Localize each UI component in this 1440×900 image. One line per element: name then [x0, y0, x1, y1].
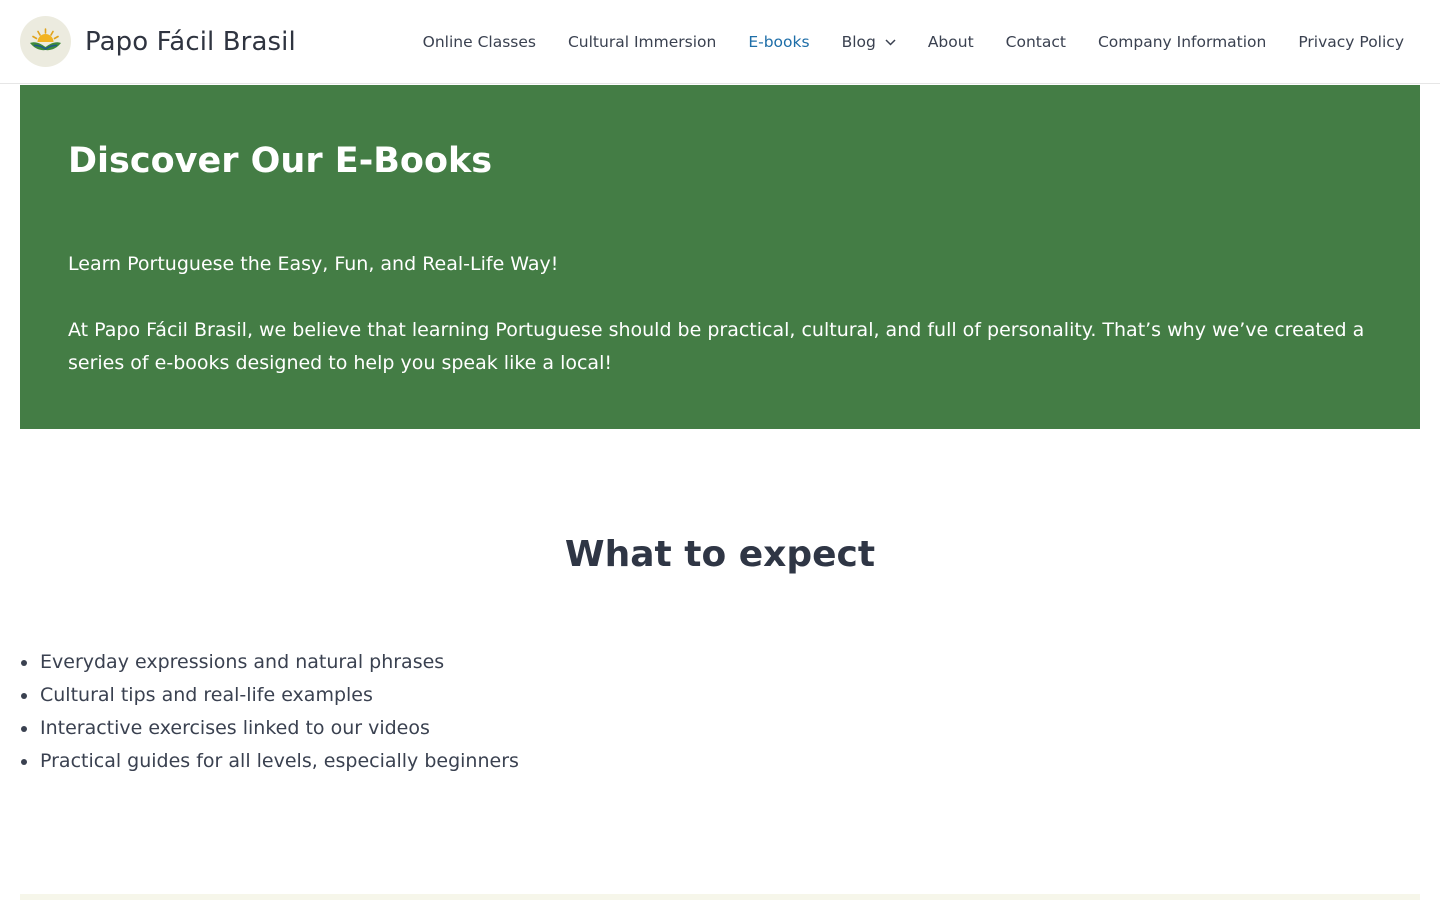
hero-section: Discover Our E-Books Learn Portuguese th…	[20, 85, 1420, 429]
nav-label: Privacy Policy	[1298, 33, 1404, 51]
nav-label: Contact	[1005, 33, 1066, 51]
nav-label: About	[927, 33, 974, 51]
nav-about[interactable]: About	[912, 33, 990, 51]
nav-privacy-policy[interactable]: Privacy Policy	[1282, 33, 1420, 51]
nav-company-information[interactable]: Company Information	[1082, 33, 1282, 51]
nav-e-books[interactable]: E-books	[732, 33, 825, 51]
nav-cultural-immersion[interactable]: Cultural Immersion	[552, 33, 732, 51]
bullet-icon	[21, 726, 27, 732]
hero-description: At Papo Fácil Brasil, we believe that le…	[68, 319, 1365, 374]
list-item-text: Interactive exercises linked to our vide…	[40, 717, 430, 739]
main-navigation: Online Classes Cultural Immersion E-book…	[407, 0, 1420, 84]
list-item: Cultural tips and real-life examples	[21, 679, 519, 712]
chevron-down-icon[interactable]	[885, 38, 896, 46]
page-title: Discover Our E-Books	[68, 141, 493, 181]
nav-label: Online Classes	[422, 33, 536, 51]
site-title: Papo Fácil Brasil	[85, 26, 296, 57]
bullet-icon	[21, 693, 27, 699]
site-header: Papo Fácil Brasil Online Classes Cultura…	[0, 0, 1440, 84]
list-item-text: Everyday expressions and natural phrases	[40, 651, 445, 673]
list-item: Interactive exercises linked to our vide…	[21, 712, 519, 745]
expect-list: Everyday expressions and natural phrases…	[21, 646, 519, 778]
list-item-text: Practical guides for all levels, especia…	[40, 750, 519, 772]
next-section-edge	[20, 894, 1420, 900]
list-item: Practical guides for all levels, especia…	[21, 745, 519, 778]
list-item-text: Cultural tips and real-life examples	[40, 684, 373, 706]
sunrise-hands-logo-icon	[20, 16, 71, 67]
bullet-icon	[21, 759, 27, 765]
home-link[interactable]: Papo Fácil Brasil	[20, 16, 296, 67]
section-title-what-to-expect: What to expect	[564, 534, 876, 575]
list-item: Everyday expressions and natural phrases	[21, 646, 519, 679]
nav-label: E-books	[748, 33, 810, 51]
nav-contact[interactable]: Contact	[990, 33, 1082, 51]
nav-blog[interactable]: Blog	[826, 33, 912, 51]
hero-tagline: Learn Portuguese the Easy, Fun, and Real…	[68, 253, 559, 275]
nav-label: Company Information	[1097, 33, 1267, 51]
nav-label: Blog	[841, 33, 876, 51]
bullet-icon	[21, 660, 27, 666]
nav-label: Cultural Immersion	[567, 33, 717, 51]
nav-online-classes[interactable]: Online Classes	[407, 33, 552, 51]
